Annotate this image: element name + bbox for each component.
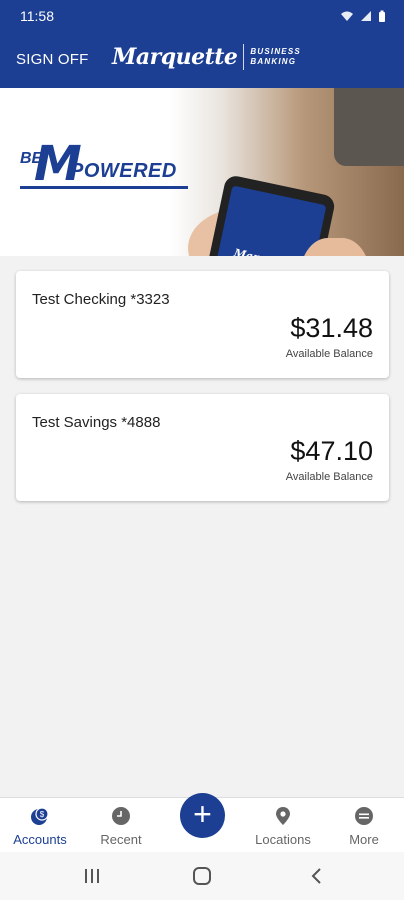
nav-more-label: More xyxy=(349,832,379,847)
banner-underline xyxy=(20,186,188,189)
available-balance-label: Available Balance xyxy=(285,471,373,483)
nav-accounts[interactable]: $ Accounts xyxy=(0,798,80,853)
svg-text:$: $ xyxy=(40,810,45,819)
system-nav-bar xyxy=(0,852,404,900)
account-name: Test Checking *3323 xyxy=(32,291,170,308)
banner-powered: POWERED xyxy=(70,160,177,182)
status-icons xyxy=(340,10,386,23)
nav-locations[interactable]: Locations xyxy=(243,798,323,853)
nav-more[interactable]: More xyxy=(324,798,404,853)
brand-subtitle: BUSINESS BANKING xyxy=(250,47,301,67)
wifi-icon xyxy=(341,11,353,21)
app-header: SIGN OFF Marquette BUSINESS BANKING xyxy=(0,32,404,88)
phone-screen: Marquette xyxy=(205,185,327,256)
brand-divider xyxy=(243,44,245,70)
more-icon xyxy=(355,807,373,825)
brand-name: Marquette xyxy=(112,44,238,70)
location-pin-icon xyxy=(276,807,290,825)
sign-off-button[interactable]: SIGN OFF xyxy=(16,51,88,68)
account-card-checking[interactable]: Test Checking *3323 $31.48 Available Bal… xyxy=(16,271,389,378)
accounts-icon: $ xyxy=(31,807,49,825)
battery-icon xyxy=(379,10,385,22)
status-bar: 11:58 xyxy=(0,0,404,32)
brand-sub-line1: BUSINESS xyxy=(250,47,301,56)
nav-locations-label: Locations xyxy=(255,832,311,847)
brand-logo: Marquette BUSINESS BANKING xyxy=(112,44,301,70)
nav-accounts-label: Accounts xyxy=(13,832,67,847)
home-icon[interactable] xyxy=(190,866,214,886)
account-card-savings[interactable]: Test Savings *4888 $47.10 Available Bala… xyxy=(16,394,389,501)
account-name: Test Savings *4888 xyxy=(32,414,161,431)
account-balance: $31.48 xyxy=(290,313,373,343)
nav-recent-label: Recent xyxy=(100,832,142,847)
signal-icon xyxy=(361,11,371,21)
status-time: 11:58 xyxy=(20,8,54,24)
clock-icon xyxy=(112,807,130,825)
nav-recent[interactable]: Recent xyxy=(81,798,161,853)
mug-image xyxy=(334,88,404,166)
brand-sub-line2: BANKING xyxy=(250,57,297,66)
account-balance: $47.10 xyxy=(290,436,373,466)
add-button[interactable]: + xyxy=(180,793,225,838)
recent-apps-icon[interactable] xyxy=(80,866,104,886)
back-icon[interactable] xyxy=(305,866,329,886)
promo-banner: Marquette BE M POWERED xyxy=(0,88,404,256)
available-balance-label: Available Balance xyxy=(285,348,373,360)
